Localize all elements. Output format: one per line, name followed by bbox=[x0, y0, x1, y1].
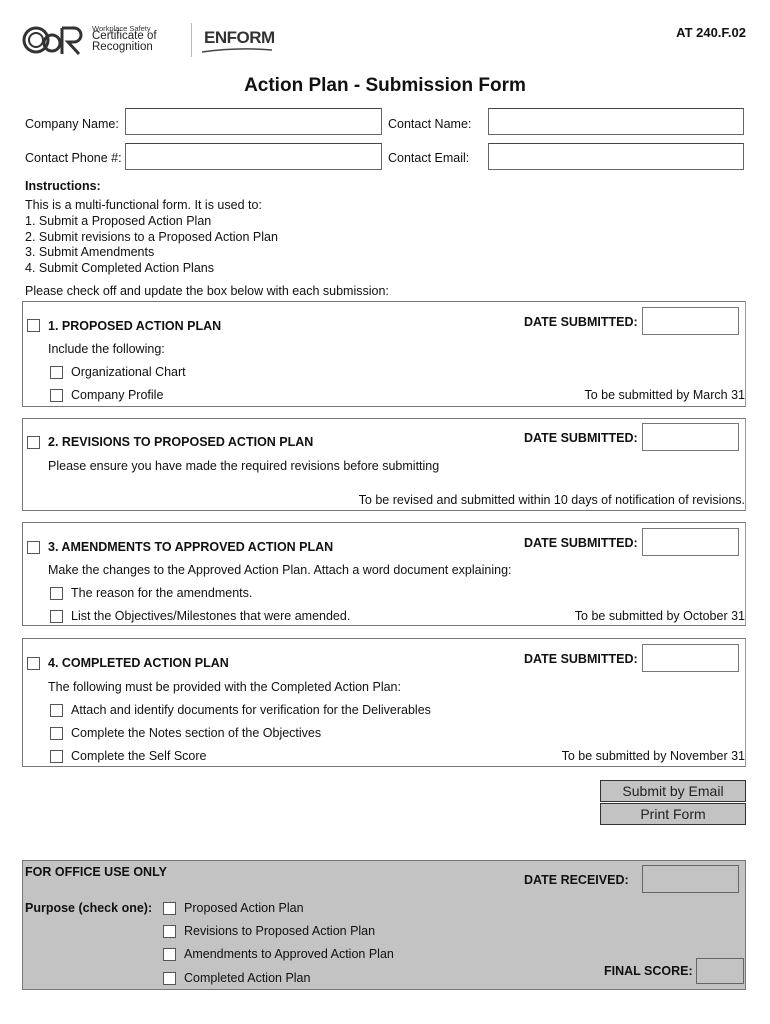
office-use-heading: FOR OFFICE USE ONLY bbox=[25, 865, 167, 879]
enform-swoosh bbox=[202, 48, 272, 53]
amendment-reason-checkbox[interactable] bbox=[50, 587, 63, 600]
final-score-field[interactable] bbox=[696, 958, 744, 984]
date-submitted-label: DATE SUBMITTED: bbox=[524, 652, 638, 666]
date-submitted-label: DATE SUBMITTED: bbox=[524, 536, 638, 550]
submit-by-email-button[interactable]: Submit by Email bbox=[600, 780, 746, 802]
instruction-line: 1. Submit a Proposed Action Plan bbox=[25, 214, 212, 228]
section-2-description: Please ensure you have made the required… bbox=[48, 459, 440, 473]
office-use-panel: FOR OFFICE USE ONLY DATE RECEIVED: Purpo… bbox=[22, 860, 746, 990]
section-4-deadline: To be submitted by November 31 bbox=[561, 749, 745, 763]
section-1-description: Include the following: bbox=[48, 342, 165, 356]
purpose-proposed-checkbox[interactable] bbox=[163, 902, 176, 915]
amended-objectives-checkbox[interactable] bbox=[50, 610, 63, 623]
verification-docs-label: Attach and identify documents for verifi… bbox=[71, 703, 431, 717]
section-4-date-submitted-field[interactable] bbox=[642, 644, 739, 672]
date-submitted-label: DATE SUBMITTED: bbox=[524, 431, 638, 445]
verification-docs-checkbox[interactable] bbox=[50, 704, 63, 717]
section-1-title: 1. PROPOSED ACTION PLAN bbox=[48, 319, 222, 333]
cor-tagline: Certificate of Recognition bbox=[92, 30, 157, 53]
section-2-title: 2. REVISIONS TO PROPOSED ACTION PLAN bbox=[48, 435, 314, 449]
purpose-revisions-label: Revisions to Proposed Action Plan bbox=[184, 924, 376, 938]
company-profile-label: Company Profile bbox=[71, 388, 164, 402]
notes-section-checkbox[interactable] bbox=[50, 727, 63, 740]
final-score-label: FINAL SCORE: bbox=[604, 964, 693, 978]
contact-email-field[interactable] bbox=[488, 143, 744, 170]
amended-objectives-label: List the Objectives/Milestones that were… bbox=[71, 609, 351, 623]
section-1-checkbox[interactable] bbox=[27, 319, 40, 332]
checkoff-note: Please check off and update the box belo… bbox=[25, 284, 389, 298]
section-1-deadline: To be submitted by March 31 bbox=[584, 388, 746, 402]
section-2-date-submitted-field[interactable] bbox=[642, 423, 739, 451]
purpose-proposed-label: Proposed Action Plan bbox=[184, 901, 304, 915]
page-title: Action Plan - Submission Form bbox=[244, 75, 526, 96]
section-2-checkbox[interactable] bbox=[27, 436, 40, 449]
contact-phone-label: Contact Phone #: bbox=[25, 151, 122, 165]
section-revisions: 2. REVISIONS TO PROPOSED ACTION PLAN DAT… bbox=[22, 418, 746, 511]
section-amendments: 3. AMENDMENTS TO APPROVED ACTION PLAN DA… bbox=[22, 522, 746, 626]
instruction-line: This is a multi-functional form. It is u… bbox=[25, 198, 262, 212]
contact-name-label: Contact Name: bbox=[388, 117, 472, 131]
purpose-amendments-checkbox[interactable] bbox=[163, 948, 176, 961]
section-4-description: The following must be provided with the … bbox=[48, 680, 401, 694]
instruction-line: 3. Submit Amendments bbox=[25, 245, 155, 259]
self-score-label: Complete the Self Score bbox=[71, 749, 207, 763]
contact-email-label: Contact Email: bbox=[388, 151, 470, 165]
date-submitted-label: DATE SUBMITTED: bbox=[524, 315, 638, 329]
section-3-date-submitted-field[interactable] bbox=[642, 528, 739, 556]
section-3-description: Make the changes to the Approved Action … bbox=[48, 563, 512, 577]
self-score-checkbox[interactable] bbox=[50, 750, 63, 763]
purpose-revisions-checkbox[interactable] bbox=[163, 925, 176, 938]
print-form-button[interactable]: Print Form bbox=[600, 803, 746, 825]
company-profile-checkbox[interactable] bbox=[50, 389, 63, 402]
enform-logo: ENFORM bbox=[204, 28, 275, 47]
section-4-checkbox[interactable] bbox=[27, 657, 40, 670]
instructions-heading: Instructions: bbox=[25, 179, 101, 193]
contact-name-field[interactable] bbox=[488, 108, 744, 135]
section-completed: 4. COMPLETED ACTION PLAN DATE SUBMITTED:… bbox=[22, 638, 746, 767]
amendment-reason-label: The reason for the amendments. bbox=[71, 586, 253, 600]
purpose-completed-label: Completed Action Plan bbox=[184, 971, 311, 985]
logo-divider bbox=[191, 23, 192, 57]
cor-logo bbox=[22, 22, 83, 58]
purpose-label: Purpose (check one): bbox=[25, 901, 153, 915]
section-3-title: 3. AMENDMENTS TO APPROVED ACTION PLAN bbox=[48, 540, 334, 554]
company-name-label: Company Name: bbox=[25, 117, 119, 131]
section-1-date-submitted-field[interactable] bbox=[642, 307, 739, 335]
section-3-deadline: To be submitted by October 31 bbox=[574, 609, 745, 623]
section-4-title: 4. COMPLETED ACTION PLAN bbox=[48, 656, 229, 670]
form-code: AT 240.F.02 bbox=[676, 25, 746, 40]
contact-phone-field[interactable] bbox=[125, 143, 382, 170]
section-proposed-action-plan: 1. PROPOSED ACTION PLAN DATE SUBMITTED: … bbox=[22, 301, 746, 407]
purpose-completed-checkbox[interactable] bbox=[163, 972, 176, 985]
date-received-label: DATE RECEIVED: bbox=[524, 873, 629, 887]
section-2-deadline: To be revised and submitted within 10 da… bbox=[358, 493, 745, 507]
section-3-checkbox[interactable] bbox=[27, 541, 40, 554]
purpose-amendments-label: Amendments to Approved Action Plan bbox=[184, 947, 394, 961]
notes-section-label: Complete the Notes section of the Object… bbox=[71, 726, 322, 740]
org-chart-checkbox[interactable] bbox=[50, 366, 63, 379]
date-received-field[interactable] bbox=[642, 865, 739, 893]
company-name-field[interactable] bbox=[125, 108, 382, 135]
instruction-line: 4. Submit Completed Action Plans bbox=[25, 261, 214, 275]
org-chart-label: Organizational Chart bbox=[71, 365, 186, 379]
instruction-line: 2. Submit revisions to a Proposed Action… bbox=[25, 230, 278, 244]
